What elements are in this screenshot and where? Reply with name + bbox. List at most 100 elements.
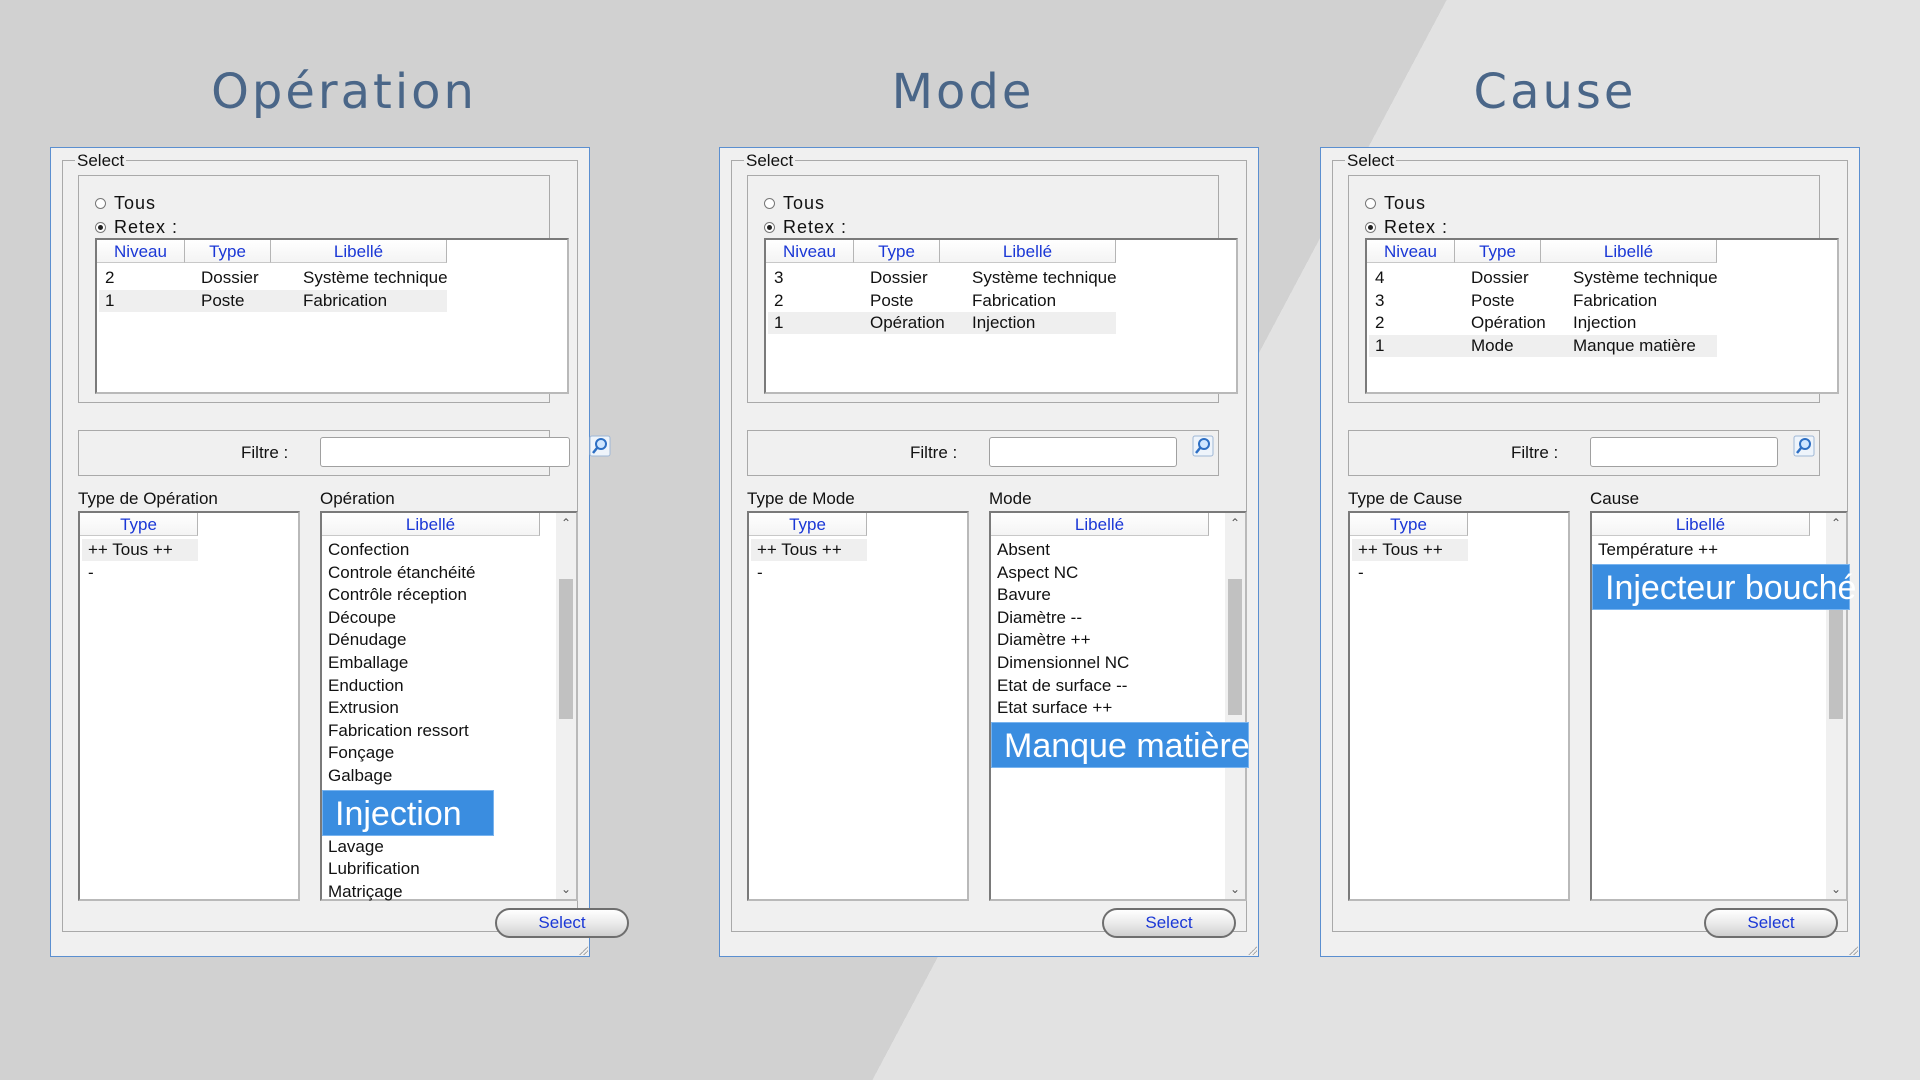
chevron-up-icon[interactable]: ⌃ (1225, 513, 1245, 533)
list-item[interactable]: Lubrification (328, 858, 420, 880)
retex-table: Niveau Type Libellé 3 Dossier Système techniq… (764, 238, 1238, 394)
scroll-thumb[interactable] (559, 579, 573, 719)
column-header[interactable]: Niveau (1367, 240, 1455, 263)
list-item[interactable]: Galbage (328, 765, 392, 787)
chevron-down-icon[interactable]: ⌄ (556, 879, 576, 899)
column-header[interactable]: Type (749, 513, 867, 536)
column-header[interactable]: Libellé (940, 240, 1116, 263)
column-header[interactable]: Libellé (1541, 240, 1717, 263)
table-row[interactable]: 3 Poste Fabrication (1369, 290, 1717, 312)
scroll-thumb[interactable] (1228, 579, 1242, 715)
table-row[interactable]: 2 Dossier Système technique (99, 267, 447, 289)
list-item[interactable]: Dénudage (328, 629, 406, 651)
radio-icon[interactable] (1365, 221, 1376, 233)
chevron-down-icon[interactable]: ⌄ (1225, 879, 1245, 899)
select-button[interactable]: Select (1704, 908, 1838, 938)
column-header[interactable]: Type (1350, 513, 1468, 536)
table-row[interactable]: 2 Poste Fabrication (768, 290, 1116, 312)
scrollbar[interactable]: ⌃ ⌄ (556, 513, 576, 899)
list-item[interactable]: Aspect NC (997, 562, 1078, 584)
list-item[interactable]: Controle étanchéité (328, 562, 475, 584)
search-icon[interactable] (589, 435, 611, 457)
cell-niveau: 4 (1375, 268, 1385, 287)
list-item[interactable]: Température ++ (1598, 539, 1718, 561)
filter-input[interactable] (989, 437, 1177, 467)
list-item[interactable]: Extrusion (328, 697, 399, 719)
type-list-header: Type (80, 513, 198, 537)
radio-retex-label: Retex : (783, 216, 848, 237)
filter-input[interactable] (320, 437, 570, 467)
list-item[interactable]: Découpe (328, 607, 396, 629)
table-row[interactable]: 2 Opération Injection (1369, 312, 1717, 334)
column-header[interactable]: Type (854, 240, 940, 263)
list-item[interactable]: Enduction (328, 675, 404, 697)
list-item[interactable]: - (751, 562, 867, 584)
radio-icon[interactable] (1365, 197, 1376, 209)
radio-tous[interactable]: Tous (95, 192, 156, 214)
column-header[interactable]: Niveau (97, 240, 185, 263)
scrollbar[interactable]: ⌃ ⌄ (1225, 513, 1245, 899)
column-header[interactable]: Type (80, 513, 198, 536)
radio-icon[interactable] (764, 197, 775, 209)
search-icon[interactable] (1793, 435, 1815, 457)
radio-icon[interactable] (95, 197, 106, 209)
scroll-thumb[interactable] (1829, 603, 1843, 719)
column-header[interactable]: Libellé (1592, 513, 1810, 536)
column-header[interactable]: Libellé (322, 513, 540, 536)
select-button[interactable]: Select (1102, 908, 1236, 938)
list-item[interactable]: Diamètre ++ (997, 629, 1091, 651)
cell-libelle: Injection (972, 313, 1036, 332)
search-icon[interactable] (1192, 435, 1214, 457)
filter-group: Filtre : (747, 430, 1219, 476)
column-header[interactable]: Libellé (991, 513, 1209, 536)
chevron-up-icon[interactable]: ⌃ (1826, 513, 1846, 533)
filter-group: Filtre : (1348, 430, 1820, 476)
selected-item-highlight[interactable]: Injection (322, 789, 494, 836)
filter-input[interactable] (1590, 437, 1778, 467)
list-item[interactable]: Absent (997, 539, 1050, 561)
list-item[interactable]: Contrôle réception (328, 584, 467, 606)
list-item[interactable]: Matriçage (328, 881, 403, 903)
list-item[interactable]: - (82, 562, 198, 584)
retex-group: Tous Retex : Niveau Type Libellé 3 Dossier Syst… (747, 175, 1238, 403)
radio-retex[interactable]: Retex : (764, 216, 847, 238)
radio-icon[interactable] (95, 221, 106, 233)
cell-libelle: Fabrication (1573, 290, 1658, 310)
column-header[interactable]: Type (1455, 240, 1541, 263)
list-item[interactable]: Dimensionnel NC (997, 652, 1129, 674)
select-dialog: Select Tous Retex : Niveau Type Libellé 4 Dossi… (1320, 147, 1860, 957)
table-row[interactable]: 1 Opération Injection (768, 312, 1116, 334)
radio-tous[interactable]: Tous (764, 192, 825, 214)
column-header[interactable]: Niveau (766, 240, 854, 263)
selected-item-highlight[interactable]: Manque matière (991, 721, 1250, 768)
table-row[interactable]: 3 Dossier Système technique (768, 267, 1116, 289)
table-row[interactable]: 1 Mode Manque matière (1369, 334, 1717, 357)
list-item[interactable]: Etat de surface -- (997, 675, 1127, 697)
list-item[interactable]: Bavure (997, 584, 1051, 606)
radio-tous[interactable]: Tous (1365, 192, 1426, 214)
list-item[interactable]: ++ Tous ++ (1352, 539, 1468, 561)
radio-icon[interactable] (764, 221, 775, 233)
list-item[interactable]: Fonçage (328, 742, 394, 764)
radio-retex[interactable]: Retex : (1365, 216, 1448, 238)
list-item[interactable]: Confection (328, 539, 409, 561)
column-header[interactable]: Libellé (271, 240, 447, 263)
list-item[interactable]: ++ Tous ++ (751, 539, 867, 561)
list-item[interactable]: Etat surface ++ (997, 697, 1112, 719)
list-item[interactable]: - (1352, 562, 1468, 584)
list-item[interactable]: Diamètre -- (997, 607, 1082, 629)
radio-retex[interactable]: Retex : (95, 216, 178, 238)
radio-tous-label: Tous (1384, 192, 1427, 213)
chevron-up-icon[interactable]: ⌃ (556, 513, 576, 533)
column-header[interactable]: Type (185, 240, 271, 263)
chevron-down-icon[interactable]: ⌄ (1826, 879, 1846, 899)
table-row[interactable]: 4 Dossier Système technique (1369, 267, 1717, 289)
list-item[interactable]: ++ Tous ++ (82, 539, 198, 561)
radio-tous-label: Tous (114, 192, 157, 213)
selected-item-highlight[interactable]: Injecteur bouché (1592, 563, 1856, 610)
list-item[interactable]: Fabrication ressort (328, 720, 469, 742)
list-item[interactable]: Emballage (328, 652, 408, 674)
select-button[interactable]: Select (495, 908, 629, 938)
list-item[interactable]: Lavage (328, 836, 384, 858)
table-row[interactable]: 1 Poste Fabrication (99, 289, 447, 312)
